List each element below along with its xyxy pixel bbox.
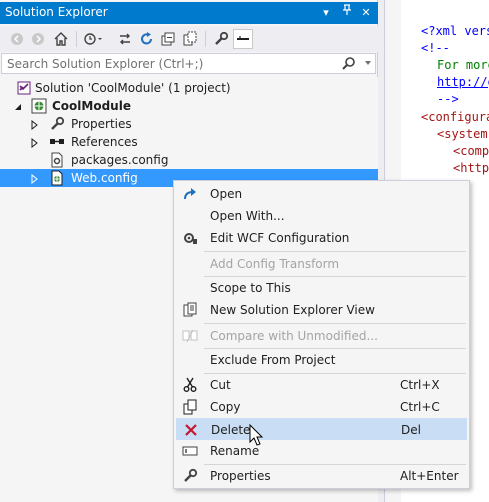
menu-item-scope-to-this[interactable]: Scope to This <box>176 277 467 299</box>
collapsed-arrow-icon[interactable] <box>30 119 40 131</box>
menu-item-properties[interactable]: Properties Alt+Enter <box>176 465 467 487</box>
wrench-icon <box>182 468 198 484</box>
code-line: <?xml vers <box>421 24 489 38</box>
menu-separator <box>204 323 466 324</box>
tree-item-label: packages.config <box>71 153 169 167</box>
menu-label: Add Config Transform <box>210 257 340 271</box>
tree-item-label: Properties <box>71 117 132 131</box>
web-project-icon <box>31 98 47 114</box>
menu-item-exclude-from-project[interactable]: Exclude From Project <box>176 349 467 371</box>
menu-label: Properties <box>210 469 271 483</box>
references-icon <box>49 134 65 150</box>
code-line: <compi <box>453 144 489 158</box>
tree-item-packages-config[interactable]: packages.config <box>0 151 378 169</box>
menu-label: Delete <box>211 423 251 437</box>
preview-icon[interactable] <box>233 29 253 49</box>
menu-item-compare-with-unmodified[interactable]: Compare with Unmodified... <box>176 325 467 347</box>
compare-icon <box>182 328 198 344</box>
rename-icon <box>182 443 198 459</box>
new-view-icon <box>182 302 198 318</box>
menu-shortcut: Alt+Enter <box>400 469 459 483</box>
tree-item-label: References <box>71 135 138 149</box>
code-link[interactable]: http://g <box>437 75 489 89</box>
tree-item-references[interactable]: References <box>0 133 378 151</box>
close-icon[interactable]: ✕ <box>358 4 374 21</box>
menu-shortcut: Ctrl+C <box>400 400 440 414</box>
code-line: <configura <box>421 110 489 124</box>
menu-label: Scope to This <box>210 281 291 295</box>
refresh-icon[interactable] <box>137 29 157 49</box>
code-line: <!-- <box>421 41 450 55</box>
menu-label: Cut <box>210 378 231 392</box>
tree-item-label: Web.config <box>71 171 138 185</box>
search-options-chevron-icon[interactable] <box>365 61 371 65</box>
menu-item-delete[interactable]: Delete Del <box>176 418 467 440</box>
menu-shortcut: Del <box>401 423 421 437</box>
tree-item-properties[interactable]: Properties <box>0 115 378 133</box>
config-file-icon <box>49 152 65 168</box>
back-icon[interactable] <box>7 29 27 49</box>
menu-label: Copy <box>210 400 241 414</box>
collapsed-arrow-icon[interactable] <box>30 137 40 149</box>
menu-item-open-with[interactable]: Open With... <box>176 205 467 227</box>
title-bar: Solution Explorer ▾ ✕ <box>0 2 378 24</box>
sync-icon[interactable] <box>115 29 135 49</box>
expanded-arrow-icon[interactable] <box>13 101 23 111</box>
tree-item-solution[interactable]: Solution 'CoolModule' (1 project) <box>0 79 378 97</box>
search-icon[interactable] <box>341 56 357 72</box>
menu-item-new-solution-explorer-view[interactable]: New Solution Explorer View <box>176 299 467 321</box>
menu-label: Open With... <box>210 209 285 223</box>
panel-title: Solution Explorer <box>5 5 108 19</box>
wrench-icon <box>49 116 65 132</box>
tree-item-project[interactable]: CoolModule <box>0 97 378 115</box>
solution-icon <box>16 80 32 96</box>
menu-separator <box>204 251 466 252</box>
code-line: --> <box>437 92 459 106</box>
pin-icon[interactable] <box>339 4 355 21</box>
menu-label: Compare with Unmodified... <box>210 329 378 343</box>
search-placeholder: Search Solution Explorer (Ctrl+;) <box>7 57 204 71</box>
code-line: <system. <box>437 127 489 141</box>
home-icon[interactable] <box>51 29 71 49</box>
scissors-icon <box>182 377 198 393</box>
properties-icon[interactable] <box>211 29 231 49</box>
copy-icon <box>182 399 198 415</box>
show-all-files-icon[interactable] <box>180 29 200 49</box>
forward-icon[interactable] <box>28 29 48 49</box>
dropdown-icon[interactable]: ▾ <box>318 4 334 21</box>
collapsed-arrow-icon[interactable] <box>30 173 40 185</box>
menu-item-open[interactable]: Open <box>176 183 467 205</box>
pending-changes-icon[interactable] <box>83 29 103 49</box>
menu-item-add-config-transform[interactable]: Add Config Transform <box>176 253 467 275</box>
collapse-all-icon[interactable] <box>158 29 178 49</box>
menu-label: New Solution Explorer View <box>210 303 375 317</box>
context-menu: Open Open With... Edit WCF Configuration… <box>173 180 470 489</box>
wcf-config-icon <box>182 230 198 246</box>
search-input[interactable]: Search Solution Explorer (Ctrl+;) <box>1 53 376 74</box>
menu-shortcut: Ctrl+X <box>400 378 440 392</box>
menu-item-rename[interactable]: Rename <box>176 440 467 462</box>
delete-x-icon <box>183 422 199 438</box>
separator <box>205 31 206 47</box>
mouse-pointer-icon <box>249 423 265 448</box>
web-config-icon <box>49 170 65 186</box>
tree-item-label: Solution 'CoolModule' (1 project) <box>35 81 231 95</box>
tree-item-label: CoolModule <box>52 99 131 113</box>
separator <box>76 31 77 47</box>
open-arrow-icon <box>182 186 198 202</box>
menu-item-cut[interactable]: Cut Ctrl+X <box>176 374 467 396</box>
menu-label: Edit WCF Configuration <box>210 231 350 245</box>
toolbar <box>0 26 378 52</box>
code-line: <httpR <box>453 161 489 175</box>
menu-item-copy[interactable]: Copy Ctrl+C <box>176 396 467 418</box>
menu-label: Open <box>210 187 243 201</box>
menu-item-edit-wcf[interactable]: Edit WCF Configuration <box>176 227 467 249</box>
menu-label: Exclude From Project <box>210 353 336 367</box>
code-line: For more <box>437 58 489 72</box>
